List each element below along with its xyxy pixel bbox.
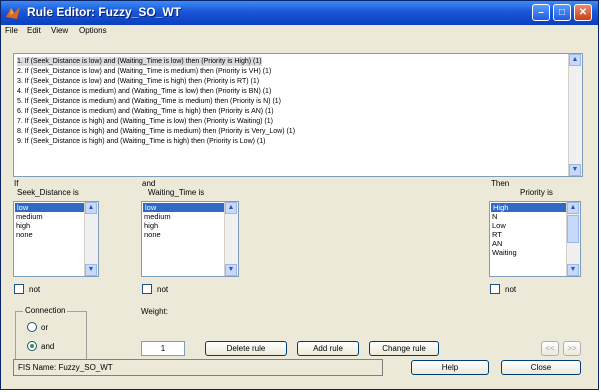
if-label: If: [14, 179, 19, 188]
menu-bar: File Edit View Options: [1, 25, 598, 38]
priority-listbox[interactable]: High N Low RT AN Waiting ▲ ▼: [489, 201, 581, 277]
connection-groupbox: [15, 311, 87, 361]
not-label: not: [157, 285, 169, 294]
scroll-down-icon[interactable]: ▼: [225, 264, 237, 276]
connection-or-radio[interactable]: [27, 322, 37, 332]
rule-item[interactable]: 9. If (Seek_Distance is high) and (Waiti…: [17, 137, 265, 146]
list-item[interactable]: low: [143, 203, 225, 212]
menu-view[interactable]: View: [51, 26, 68, 35]
prev-button[interactable]: <<: [541, 341, 559, 356]
waiting-time-not-checkbox[interactable]: [142, 284, 152, 294]
and-option-label: and: [41, 342, 55, 351]
rule-item[interactable]: 4. If (Seek_Distance is medium) and (Wai…: [17, 87, 271, 96]
weight-label: Weight:: [141, 307, 168, 316]
rule-item[interactable]: 7. If (Seek_Distance is high) and (Waiti…: [17, 117, 273, 126]
menu-file[interactable]: File: [5, 26, 18, 35]
status-bar: FIS Name: Fuzzy_SO_WT: [13, 359, 383, 376]
list-item[interactable]: none: [16, 230, 33, 239]
scroll-thumb[interactable]: [567, 215, 579, 243]
list-item[interactable]: Low: [492, 221, 506, 230]
priority-not-checkbox[interactable]: [490, 284, 500, 294]
connection-and-radio[interactable]: [27, 341, 37, 351]
list-item[interactable]: medium: [16, 212, 43, 221]
priority-scrollbar[interactable]: ▲ ▼: [566, 202, 580, 276]
rules-listbox[interactable]: 1. If (Seek_Distance is low) and (Waitin…: [13, 53, 583, 177]
menu-edit[interactable]: Edit: [27, 26, 41, 35]
radio-selected-icon: [30, 344, 34, 348]
weight-input[interactable]: 1: [141, 341, 185, 356]
rule-editor-window: Rule Editor: Fuzzy_SO_WT – □ ✕ File Edit…: [0, 0, 599, 390]
minimize-button[interactable]: –: [532, 4, 550, 21]
rule-item[interactable]: 1. If (Seek_Distance is low) and (Waitin…: [17, 57, 262, 66]
connection-label: Connection: [23, 306, 68, 315]
scroll-up-icon[interactable]: ▲: [225, 202, 237, 214]
next-button[interactable]: >>: [563, 341, 581, 356]
waiting-time-listbox[interactable]: low medium high none ▲ ▼: [141, 201, 239, 277]
list-item[interactable]: none: [144, 230, 161, 239]
rule-item[interactable]: 8. If (Seek_Distance is high) and (Waiti…: [17, 127, 295, 136]
change-rule-button[interactable]: Change rule: [369, 341, 439, 356]
scroll-down-icon[interactable]: ▼: [567, 264, 579, 276]
list-item[interactable]: AN: [492, 239, 502, 248]
waiting-time-scrollbar[interactable]: ▲ ▼: [224, 202, 238, 276]
maximize-icon: □: [558, 7, 566, 18]
add-rule-button[interactable]: Add rule: [297, 341, 359, 356]
menu-options[interactable]: Options: [79, 26, 107, 35]
maximize-button[interactable]: □: [553, 4, 571, 21]
window-title: Rule Editor: Fuzzy_SO_WT: [27, 5, 182, 19]
seek-distance-listbox[interactable]: low medium high none ▲ ▼: [13, 201, 99, 277]
list-item[interactable]: high: [16, 221, 30, 230]
then-label: Then: [491, 179, 510, 188]
scroll-down-icon[interactable]: ▼: [569, 164, 581, 176]
close-window-button[interactable]: ✕: [574, 4, 592, 21]
list-item[interactable]: High: [491, 203, 567, 212]
list-item[interactable]: Waiting: [492, 248, 517, 257]
and-label: and: [142, 179, 156, 188]
seek-distance-not-checkbox[interactable]: [14, 284, 24, 294]
or-label: or: [41, 323, 49, 332]
matlab-logo-icon: [6, 7, 20, 19]
close-icon: ✕: [578, 7, 588, 18]
rule-item[interactable]: 5. If (Seek_Distance is medium) and (Wai…: [17, 97, 281, 106]
waiting-time-label: Waiting_Time is: [148, 188, 205, 197]
help-button[interactable]: Help: [411, 360, 489, 375]
scroll-up-icon[interactable]: ▲: [569, 54, 581, 66]
title-bar[interactable]: Rule Editor: Fuzzy_SO_WT – □ ✕: [1, 1, 598, 25]
list-item[interactable]: RT: [492, 230, 502, 239]
list-item[interactable]: high: [144, 221, 158, 230]
minimize-icon: –: [538, 7, 544, 18]
list-item[interactable]: low: [15, 203, 85, 212]
list-item[interactable]: N: [492, 212, 497, 221]
rule-item[interactable]: 2. If (Seek_Distance is low) and (Waitin…: [17, 67, 271, 76]
scroll-up-icon[interactable]: ▲: [567, 202, 579, 214]
seek-distance-scrollbar[interactable]: ▲ ▼: [84, 202, 98, 276]
rule-item[interactable]: 6. If (Seek_Distance is medium) and (Wai…: [17, 107, 274, 116]
delete-rule-button[interactable]: Delete rule: [205, 341, 287, 356]
close-button[interactable]: Close: [501, 360, 581, 375]
priority-label: Priority is: [520, 188, 553, 197]
not-label: not: [505, 285, 517, 294]
seek-distance-label: Seek_Distance is: [17, 188, 79, 197]
rule-item[interactable]: 3. If (Seek_Distance is low) and (Waitin…: [17, 77, 259, 86]
list-item[interactable]: medium: [144, 212, 171, 221]
not-label: not: [29, 285, 41, 294]
scroll-up-icon[interactable]: ▲: [85, 202, 97, 214]
scroll-down-icon[interactable]: ▼: [85, 264, 97, 276]
rules-scrollbar[interactable]: ▲ ▼: [568, 54, 582, 176]
